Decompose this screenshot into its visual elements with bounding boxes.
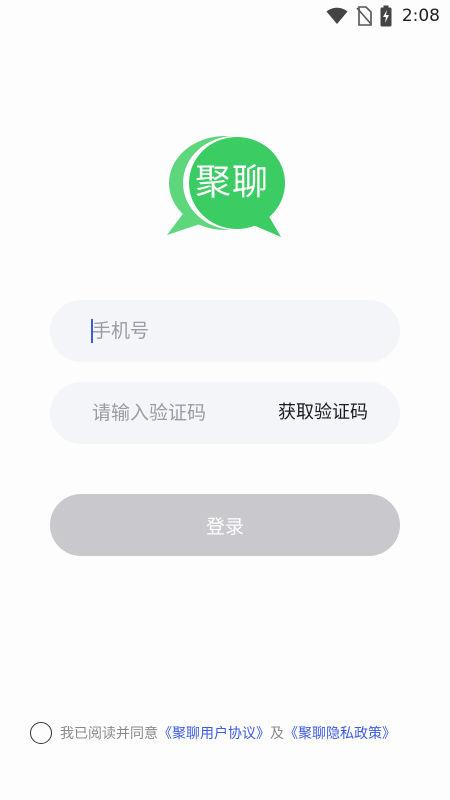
phone-input[interactable] [92, 300, 382, 362]
phone-field[interactable] [50, 300, 400, 362]
status-bar: 2:08 [0, 0, 450, 32]
app-logo: 聚聊 [163, 133, 287, 239]
login-screen: 2:08 聚聊 获取验证码 登录 我已阅读并同意 《聚聊用户协议》 及 《聚聊 [0, 0, 450, 800]
login-button[interactable]: 登录 [50, 494, 400, 556]
agreement-conjunction: 及 [270, 726, 284, 742]
text-caret [91, 319, 93, 343]
verification-code-input[interactable] [92, 382, 262, 444]
agree-checkbox[interactable] [30, 722, 52, 744]
privacy-policy-link[interactable]: 《聚聊隐私政策》 [284, 723, 396, 743]
get-code-button[interactable]: 获取验证码 [278, 382, 368, 444]
logo-text: 聚聊 [195, 162, 270, 203]
battery-charging-icon [380, 5, 392, 27]
verification-code-field[interactable]: 获取验证码 [50, 382, 400, 444]
agreement-row: 我已阅读并同意 《聚聊用户协议》 及 《聚聊隐私政策》 [30, 720, 396, 746]
no-sim-icon [356, 6, 372, 26]
agreement-prefix: 我已阅读并同意 [60, 726, 158, 742]
user-agreement-link[interactable]: 《聚聊用户协议》 [158, 723, 270, 743]
status-time: 2:08 [401, 6, 440, 26]
status-icons: 2:08 [326, 4, 440, 28]
wifi-icon [326, 7, 348, 25]
